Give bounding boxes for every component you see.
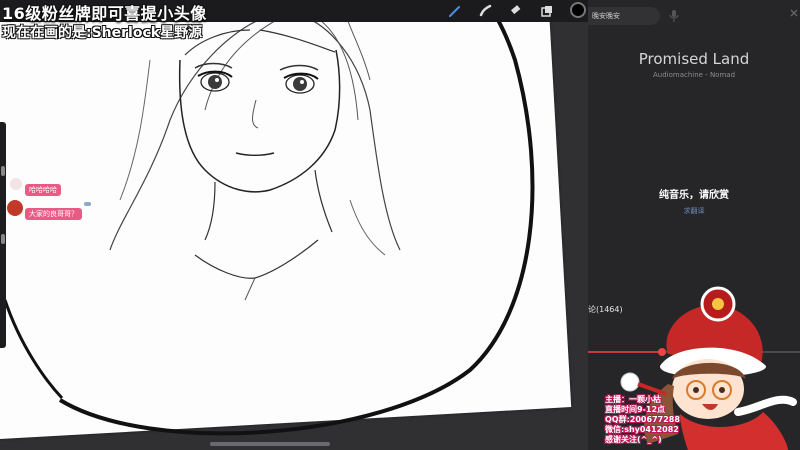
translate-link[interactable]: 求翻译 [588, 206, 800, 216]
smudge-icon[interactable] [476, 2, 494, 20]
color-picker[interactable] [570, 2, 586, 18]
brush-icon[interactable] [446, 2, 464, 20]
chat-emote [84, 202, 91, 206]
close-icon[interactable] [788, 6, 800, 20]
opacity-slider[interactable] [1, 234, 5, 244]
eraser-icon[interactable] [507, 2, 525, 20]
chat-message: 大家的良哥哥？ [25, 208, 82, 220]
stream-title: 16级粉丝牌即可喜提小头像 [2, 4, 207, 23]
procreate-app [0, 0, 588, 450]
side-toolbar[interactable] [0, 122, 6, 348]
chat-message: 哈哈哈哈 [25, 184, 61, 196]
song-artist[interactable]: Audiomachine - Nomad [588, 71, 800, 79]
stream-subtitle: 现在在画的是:Sherlock星野源 [2, 25, 203, 41]
sketch-drawing [3, 0, 535, 436]
mic-icon[interactable] [668, 9, 680, 23]
search-input[interactable]: 晚安晚安 [588, 7, 660, 25]
chat-avatar [10, 178, 22, 190]
song-title: Promised Land [638, 50, 750, 68]
chat-avatar [7, 200, 23, 216]
lyric-line: 纯音乐，请欣赏 [659, 190, 729, 201]
brush-size-slider[interactable] [1, 166, 5, 176]
layers-icon[interactable] [538, 2, 556, 20]
home-indicator [210, 442, 330, 446]
streamer-info-line: 感谢关注(^_^) [605, 435, 662, 444]
